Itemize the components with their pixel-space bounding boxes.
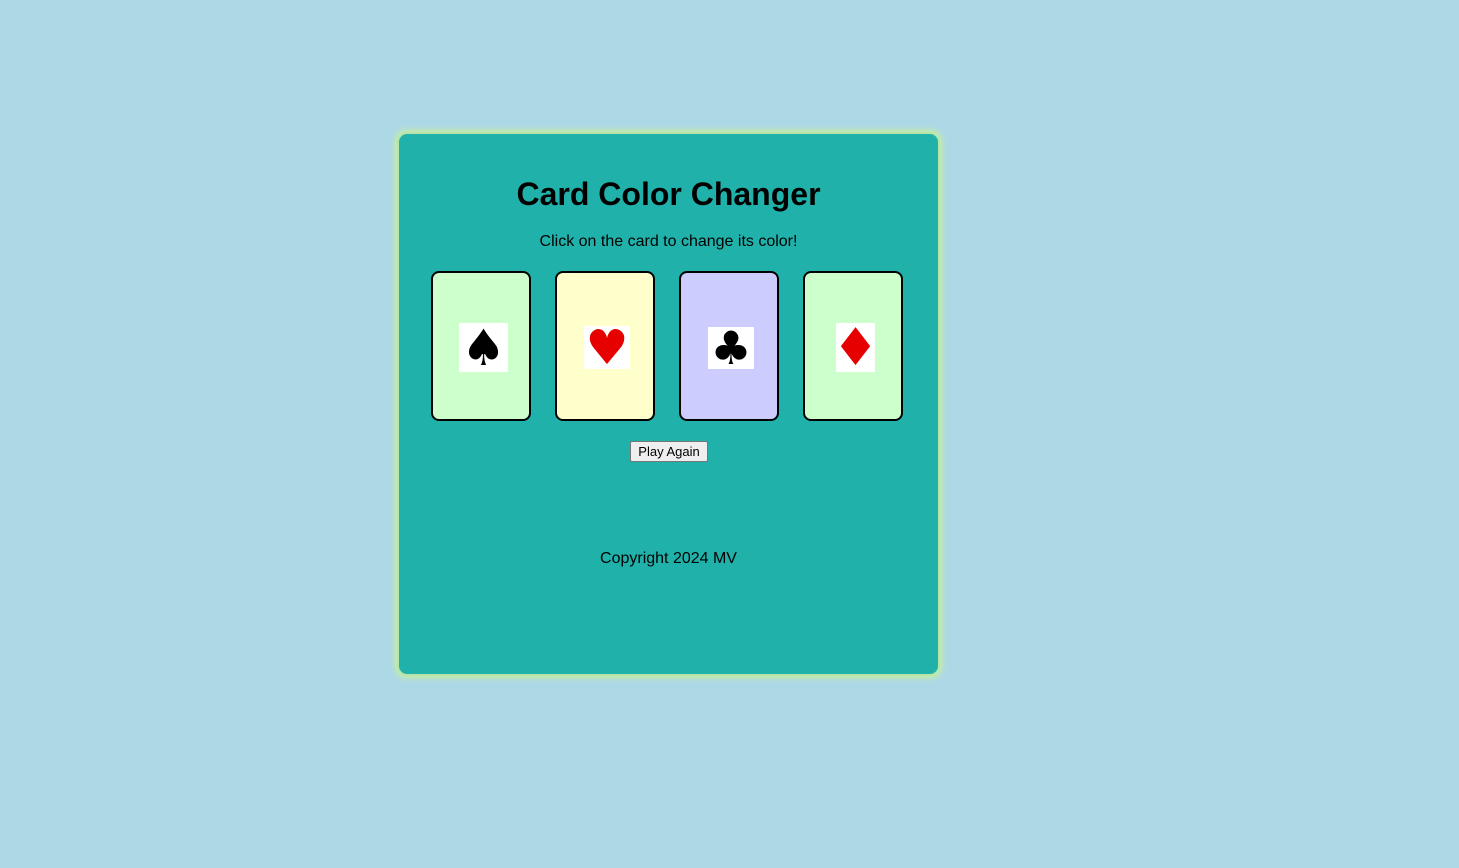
heart-icon: ♥ xyxy=(584,319,630,376)
card-heart[interactable]: ♥ xyxy=(555,271,655,421)
page-title: Card Color Changer xyxy=(516,176,821,212)
instructions-text: Click on the card to change its color! xyxy=(539,233,798,250)
card-club[interactable]: ♣ xyxy=(679,271,779,421)
card-diamond[interactable]: ♦ xyxy=(803,271,903,421)
card-spade[interactable]: ♠ xyxy=(431,271,531,421)
play-again-button[interactable]: Play Again xyxy=(630,441,708,462)
copyright-text: Copyright 2024 MV xyxy=(600,550,737,567)
diamond-icon: ♦ xyxy=(832,317,879,378)
game-panel: Card Color Changer Click on the card to … xyxy=(397,132,940,676)
club-icon: ♣ xyxy=(708,325,754,371)
spade-icon: ♠ xyxy=(459,323,508,373)
